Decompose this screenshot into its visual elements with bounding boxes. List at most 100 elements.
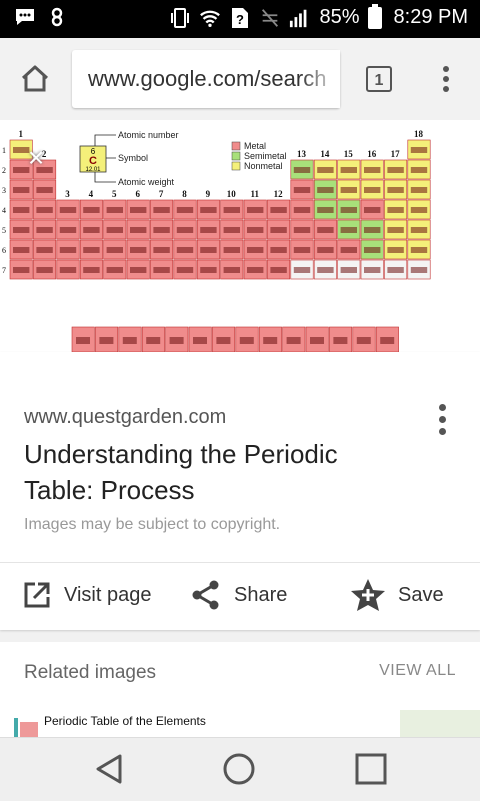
element-symbol-mark: [169, 337, 184, 344]
visit-page-button[interactable]: Visit page: [22, 578, 151, 612]
home-icon[interactable]: [16, 60, 54, 98]
element-symbol-mark: [13, 187, 30, 193]
element-symbol-mark: [59, 207, 77, 213]
element-symbol-mark: [293, 207, 311, 213]
tabs-icon[interactable]: 1: [366, 66, 392, 92]
element-symbol-mark: [270, 267, 287, 273]
element-symbol-mark: [293, 267, 311, 273]
key-label: Atomic weight: [118, 177, 175, 187]
system-nav-bar: [0, 737, 480, 801]
element-symbol-mark: [106, 267, 123, 273]
element-symbol-mark: [364, 227, 381, 233]
element-symbol-mark: [223, 227, 240, 233]
element-symbol-mark: [317, 167, 334, 173]
save-star-icon: [351, 579, 385, 611]
clock: 8:29 PM: [393, 6, 468, 28]
related-images-heading: Related images: [24, 662, 157, 683]
close-icon[interactable]: ×: [22, 144, 50, 172]
element-symbol-mark: [59, 267, 77, 273]
element-symbol-mark: [263, 337, 278, 344]
result-image[interactable]: 1 2 3 4 5 6 7 8 9 10 11 12 13 14 15 16 17 18 1 2 3 4 5 6 7 6 C 12.0…: [0, 120, 480, 352]
back-icon[interactable]: [92, 752, 126, 786]
element-symbol-mark: [410, 187, 428, 193]
element-symbol-mark: [317, 227, 334, 233]
element-symbol-mark: [176, 267, 194, 273]
element-symbol-mark: [317, 267, 334, 273]
legend-swatch: [231, 141, 241, 151]
related-thumbnail[interactable]: [400, 710, 480, 737]
share-label: Share: [234, 583, 288, 606]
view-all-link[interactable]: VIEW ALL: [379, 662, 456, 680]
periodic-table-image: 123 4 5 6 7 8 9 10 11 1213 14 15 16 171812345676C12.0…: [2, 129, 431, 352]
element-symbol-mark: [340, 167, 357, 173]
period-number: 6: [2, 246, 6, 255]
element-symbol-mark: [13, 267, 30, 273]
address-bar[interactable]: www.google.com/search: [72, 50, 340, 108]
element-symbol-mark: [247, 227, 264, 233]
element-symbol-mark: [153, 207, 170, 213]
element-symbol-mark: [387, 227, 404, 233]
element-symbol-mark: [153, 227, 170, 233]
source-domain[interactable]: www.questgarden.com: [24, 406, 226, 429]
key-weight: 12.01: [85, 167, 101, 173]
element-symbol-mark: [410, 167, 428, 173]
element-symbol-mark: [59, 247, 77, 253]
element-symbol-mark: [36, 187, 53, 193]
group-number: 17: [391, 149, 401, 159]
copyright-notice: Images may be subject to copyright.: [24, 516, 281, 533]
group-number: 15: [344, 149, 354, 159]
related-thumbnail[interactable]: Periodic Table of the Elements: [12, 710, 252, 737]
element-symbol-mark: [83, 227, 100, 233]
share-button[interactable]: Share: [190, 578, 287, 612]
group-number: 11: [250, 189, 259, 199]
element-symbol-mark: [387, 247, 404, 253]
period-number: 7: [2, 266, 6, 275]
group-number: 3: [65, 189, 70, 199]
group-number: 9: [206, 189, 211, 199]
svg-text:?: ?: [237, 12, 245, 27]
infinity-icon: [46, 6, 68, 28]
home-nav-icon[interactable]: [222, 752, 256, 786]
element-symbol-mark: [293, 167, 311, 173]
element-symbol-mark: [286, 337, 301, 344]
recents-icon[interactable]: [354, 752, 388, 786]
element-symbol-mark: [130, 227, 147, 233]
element-symbol-mark: [200, 207, 217, 213]
element-symbol-mark: [146, 337, 161, 344]
group-number: 13: [297, 149, 307, 159]
element-symbol-mark: [223, 247, 240, 253]
related-thumbnail-caption: Periodic Table of the Elements: [44, 714, 206, 728]
element-symbol-mark: [293, 227, 311, 233]
element-symbol-mark: [340, 207, 357, 213]
share-icon: [192, 580, 219, 610]
element-symbol-mark: [83, 207, 100, 213]
group-number: 1: [18, 129, 23, 139]
browser-toolbar: www.google.com/search 1: [0, 38, 480, 120]
group-number: 4: [89, 189, 94, 199]
url-text: www.google.com/search: [88, 66, 327, 91]
period-number: 1: [2, 146, 6, 155]
element-symbol-mark: [106, 247, 123, 253]
battery-icon: [367, 3, 382, 29]
card-menu-icon[interactable]: [436, 404, 448, 440]
group-number: 8: [182, 189, 187, 199]
save-button[interactable]: Save: [350, 578, 444, 612]
element-symbol-mark: [200, 227, 217, 233]
sim-unknown-icon: ?: [229, 7, 251, 29]
period-number: 5: [2, 226, 6, 235]
element-symbol-mark: [317, 187, 334, 193]
element-symbol-mark: [387, 187, 404, 193]
vibrate-icon: [169, 7, 191, 29]
element-symbol-mark: [410, 147, 428, 153]
result-title[interactable]: Understanding the Periodic Table: Proces…: [24, 436, 404, 508]
element-symbol-mark: [317, 247, 334, 253]
element-symbol-mark: [176, 247, 194, 253]
result-card: www.questgarden.com Understanding the Pe…: [0, 352, 480, 630]
element-symbol-mark: [364, 267, 381, 273]
url-fade: [300, 50, 340, 108]
element-symbol-mark: [83, 247, 100, 253]
data-off-icon: [259, 7, 281, 29]
overflow-menu-icon[interactable]: [440, 66, 452, 96]
element-symbol-mark: [193, 337, 207, 344]
element-symbol-mark: [364, 247, 381, 253]
